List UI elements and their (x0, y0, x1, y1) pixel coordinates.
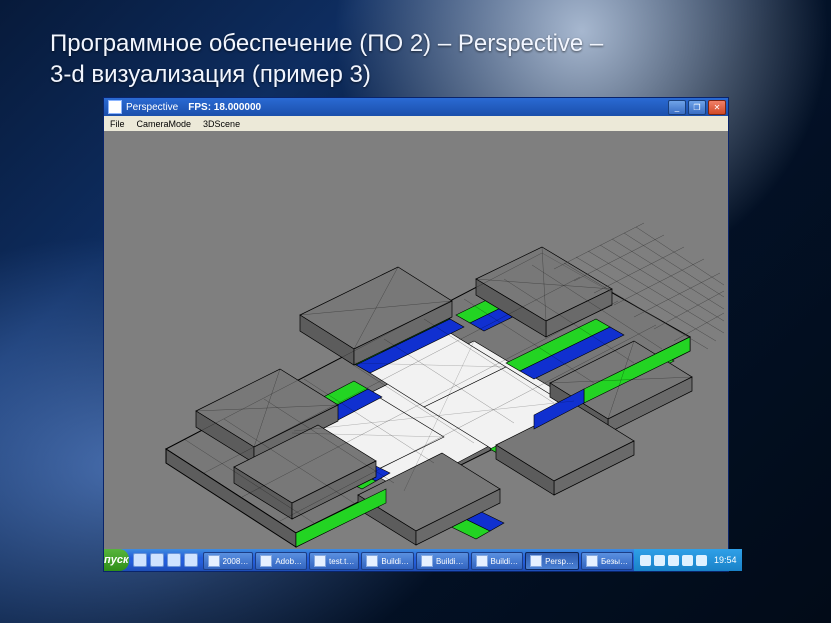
taskbar-label: Buildi… (436, 557, 464, 566)
maximize-button[interactable]: ❐ (688, 100, 706, 115)
ql-icon[interactable] (133, 553, 147, 567)
taskbar-button[interactable]: Buildi… (361, 552, 414, 570)
taskbar-button[interactable]: 2008… (203, 552, 254, 570)
taskbar-app-icon (476, 555, 488, 567)
slide-title-line1: Программное обеспечение (ПО 2) – Perspec… (50, 28, 603, 59)
taskbar-label: Безы… (601, 557, 628, 566)
menu-3d-scene[interactable]: 3DScene (197, 119, 246, 129)
taskbar-app-icon (366, 555, 378, 567)
fps-counter: FPS: 18.000000 (188, 102, 261, 113)
app-icon (108, 100, 122, 114)
taskbar-button[interactable]: Persp… (525, 552, 579, 570)
start-button[interactable]: пуск (104, 549, 129, 571)
tray-icon[interactable] (668, 555, 679, 566)
taskbar-label: Buildi… (491, 557, 519, 566)
taskbar-app-icon (586, 555, 598, 567)
menubar: File CameraMode 3DScene (104, 116, 728, 132)
slide-title: Программное обеспечение (ПО 2) – Perspec… (50, 28, 603, 90)
close-button[interactable]: ✕ (708, 100, 726, 115)
taskbar-label: Buildi… (381, 557, 409, 566)
slide-stage: Программное обеспечение (ПО 2) – Perspec… (0, 0, 831, 623)
minimize-button[interactable]: _ (668, 100, 686, 115)
tray-icon[interactable] (696, 555, 707, 566)
taskbar-button[interactable]: Buildi… (471, 552, 524, 570)
window-title: Perspective (126, 102, 188, 113)
taskbar-app-icon (260, 555, 272, 567)
quick-launch (129, 549, 202, 571)
3d-viewport[interactable] (104, 131, 728, 549)
taskbar-label: 2008… (223, 557, 249, 566)
ql-icon[interactable] (184, 553, 198, 567)
taskbar: пуск 2008… Adob… test.t… Buildi… Buildi… Buil… (104, 549, 728, 571)
taskbar-button[interactable]: Buildi… (416, 552, 469, 570)
titlebar[interactable]: Perspective FPS: 18.000000 _ ❐ ✕ (104, 98, 728, 116)
taskbar-button[interactable]: test.t… (309, 552, 359, 570)
ql-icon[interactable] (150, 553, 164, 567)
ql-icon[interactable] (167, 553, 181, 567)
tray-icon[interactable] (640, 555, 651, 566)
slide-title-line2: 3-d визуализация (пример 3) (50, 59, 603, 90)
clock: 19:54 (710, 555, 737, 565)
menu-file[interactable]: File (104, 119, 131, 129)
taskbar-button[interactable]: Безы… (581, 552, 633, 570)
taskbar-app-icon (421, 555, 433, 567)
screenshot-window: Perspective FPS: 18.000000 _ ❐ ✕ File Ca… (103, 97, 729, 572)
taskbar-label: Adob… (275, 557, 302, 566)
taskbar-app-icon (530, 555, 542, 567)
menu-camera-mode[interactable]: CameraMode (131, 119, 198, 129)
tray-icon[interactable] (654, 555, 665, 566)
taskbar-app-icon (314, 555, 326, 567)
taskbar-label: test.t… (329, 557, 354, 566)
taskbar-label: Persp… (545, 557, 574, 566)
taskbar-app-icon (208, 555, 220, 567)
taskbar-button[interactable]: Adob… (255, 552, 307, 570)
tray-icon[interactable] (682, 555, 693, 566)
3d-scene-render (104, 131, 728, 549)
system-tray: 19:54 (634, 549, 743, 571)
